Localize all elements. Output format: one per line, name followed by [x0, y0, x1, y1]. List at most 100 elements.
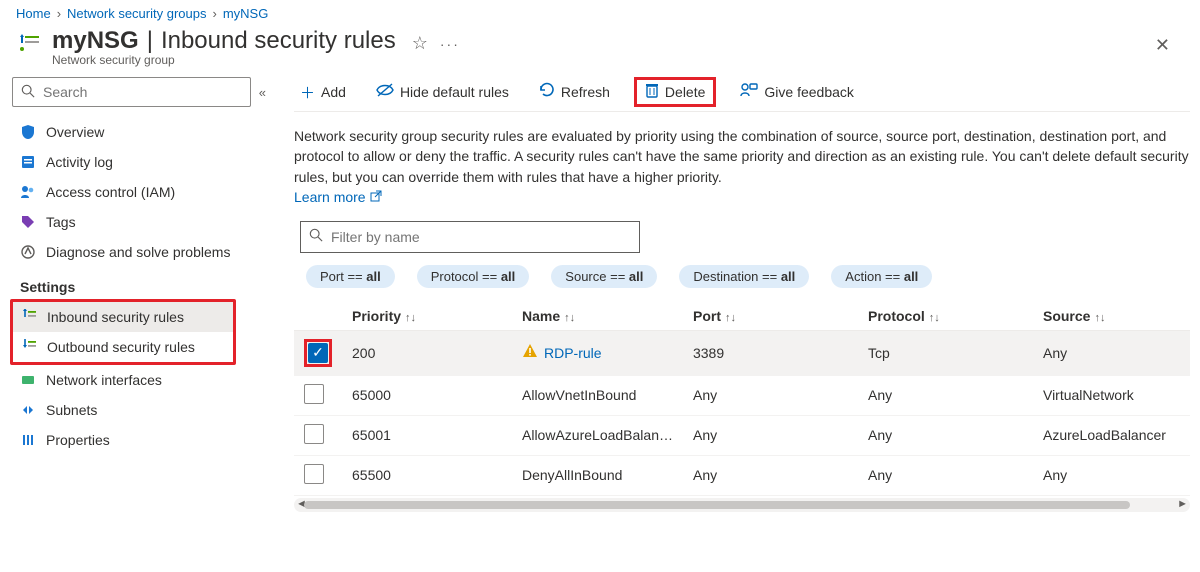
shield-icon: [20, 124, 36, 140]
horizontal-scrollbar[interactable]: ◄ ►: [294, 498, 1190, 512]
search-icon: [309, 228, 323, 245]
external-link-icon: [370, 189, 382, 205]
sidebar-item-properties[interactable]: Properties: [12, 425, 266, 455]
table-row[interactable]: 65001 AllowAzureLoadBalan… Any Any Azure…: [294, 415, 1190, 455]
breadcrumb: Home › Network security groups › myNSG: [0, 0, 1200, 23]
sidebar-item-label: Tags: [46, 214, 76, 230]
sidebar-item-activity-log[interactable]: Activity log: [12, 147, 266, 177]
collapse-sidebar-icon[interactable]: «: [259, 85, 266, 100]
sidebar-item-label: Overview: [46, 124, 104, 140]
sidebar-item-diagnose[interactable]: Diagnose and solve problems: [12, 237, 266, 267]
filter-by-name-box[interactable]: [300, 221, 640, 253]
highlight-checkbox: ✓: [304, 339, 332, 367]
toolbar-label: Refresh: [561, 84, 610, 100]
add-button[interactable]: ＋ Add: [294, 78, 352, 107]
eye-hide-icon: [376, 83, 394, 101]
sidebar-item-overview[interactable]: Overview: [12, 117, 266, 147]
sidebar-item-label: Network interfaces: [46, 372, 162, 388]
close-blade-button[interactable]: ✕: [1141, 27, 1184, 64]
hide-default-rules-button[interactable]: Hide default rules: [370, 79, 515, 105]
toolbar-label: Hide default rules: [400, 84, 509, 100]
sidebar-item-inbound-rules[interactable]: Inbound security rules: [13, 302, 233, 332]
col-name[interactable]: Name↑↓: [512, 302, 683, 331]
feedback-icon: [740, 82, 758, 102]
sidebar-item-network-interfaces[interactable]: Network interfaces: [12, 365, 266, 395]
diagnose-icon: [20, 244, 36, 260]
filter-by-name-input[interactable]: [329, 228, 631, 246]
nsg-rules-icon: [16, 31, 44, 59]
give-feedback-button[interactable]: Give feedback: [734, 78, 860, 106]
refresh-button[interactable]: Refresh: [533, 78, 616, 106]
title-bar: myNSG | Inbound security rules Network s…: [0, 23, 1200, 67]
scroll-right-icon[interactable]: ►: [1175, 498, 1190, 510]
col-source[interactable]: Source↑↓: [1033, 302, 1190, 331]
sort-arrows-icon: ↑↓: [725, 312, 736, 324]
refresh-icon: [539, 82, 555, 102]
trash-icon: [645, 82, 659, 102]
cell-port: Any: [683, 375, 858, 415]
cell-priority: 200: [342, 330, 512, 375]
learn-more-label: Learn more: [294, 189, 366, 205]
filter-pill-protocol[interactable]: Protocol == all: [417, 265, 530, 288]
favorite-star-icon[interactable]: ☆: [412, 33, 428, 54]
col-priority[interactable]: Priority↑↓: [342, 302, 512, 331]
table-row[interactable]: 65500 DenyAllInBound Any Any Any: [294, 455, 1190, 495]
sidebar-item-subnets[interactable]: Subnets: [12, 395, 266, 425]
search-icon: [21, 84, 35, 101]
sidebar-item-label: Subnets: [46, 402, 97, 418]
col-port[interactable]: Port↑↓: [683, 302, 858, 331]
delete-button[interactable]: Delete: [634, 77, 716, 107]
breadcrumb-home[interactable]: Home: [16, 6, 51, 21]
sidebar-item-outbound-rules[interactable]: Outbound security rules: [13, 332, 233, 362]
row-checkbox[interactable]: ✓: [308, 343, 328, 363]
activity-log-icon: [20, 154, 36, 170]
cell-port: Any: [683, 415, 858, 455]
cell-name: AllowVnetInBound: [512, 375, 683, 415]
cell-priority: 65001: [342, 415, 512, 455]
tag-icon: [20, 214, 36, 230]
more-actions-icon[interactable]: ···: [440, 36, 460, 52]
cell-port: 3389: [683, 330, 858, 375]
rule-name-link[interactable]: RDP-rule: [522, 343, 602, 362]
col-protocol[interactable]: Protocol↑↓: [858, 302, 1033, 331]
toolbar-label: Add: [321, 84, 346, 100]
sidebar-item-tags[interactable]: Tags: [12, 207, 266, 237]
filter-pill-source[interactable]: Source == all: [551, 265, 657, 288]
toolbar: ＋ Add Hide default rules Refresh Delete: [294, 77, 1190, 112]
sort-arrows-icon: ↑↓: [405, 312, 416, 324]
sidebar-item-label: Inbound security rules: [47, 309, 184, 325]
sidebar-search-input[interactable]: [41, 83, 242, 101]
properties-icon: [20, 432, 36, 448]
cell-port: Any: [683, 455, 858, 495]
cell-source: Any: [1033, 455, 1190, 495]
row-checkbox[interactable]: [304, 424, 324, 444]
people-icon: [20, 184, 36, 200]
page-title-text: Inbound security rules: [161, 27, 396, 55]
filter-pills: Port == all Protocol == all Source == al…: [294, 265, 1190, 288]
scrollbar-thumb[interactable]: [304, 501, 1130, 509]
highlight-inbound-outbound: Inbound security rules Outbound security…: [10, 299, 236, 365]
table-row[interactable]: 65000 AllowVnetInBound Any Any VirtualNe…: [294, 375, 1190, 415]
sidebar-item-label: Access control (IAM): [46, 184, 175, 200]
sidebar-search-box[interactable]: [12, 77, 251, 107]
resource-type-subtitle: Network security group: [52, 53, 396, 67]
table-header-row: Priority↑↓ Name↑↓ Port↑↓ Protocol↑↓ Sour…: [294, 302, 1190, 331]
sort-arrows-icon: ↑↓: [1094, 312, 1105, 324]
toolbar-label: Delete: [665, 84, 705, 100]
filter-pill-action[interactable]: Action == all: [831, 265, 932, 288]
breadcrumb-level1[interactable]: Network security groups: [67, 6, 206, 21]
plus-icon: ＋: [300, 82, 315, 103]
filter-pill-port[interactable]: Port == all: [306, 265, 395, 288]
resource-name: myNSG: [52, 27, 139, 55]
row-checkbox[interactable]: [304, 384, 324, 404]
row-checkbox[interactable]: [304, 464, 324, 484]
breadcrumb-level2[interactable]: myNSG: [223, 6, 269, 21]
description-text: Network security group security rules ar…: [294, 126, 1190, 187]
sidebar-item-label: Properties: [46, 432, 110, 448]
cell-priority: 65500: [342, 455, 512, 495]
table-row[interactable]: ✓ 200 RDP-rule 3389 Tcp Any: [294, 330, 1190, 375]
sidebar-item-access-control[interactable]: Access control (IAM): [12, 177, 266, 207]
filter-pill-destination[interactable]: Destination == all: [679, 265, 809, 288]
learn-more-link[interactable]: Learn more: [294, 189, 1190, 205]
cell-priority: 65000: [342, 375, 512, 415]
